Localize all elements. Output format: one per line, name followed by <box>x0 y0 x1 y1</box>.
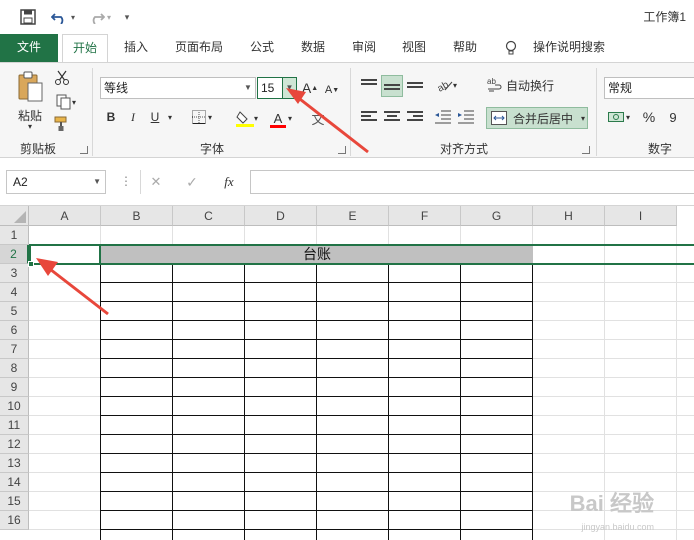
excel-window: ▾ ▾ ▾ 工作簿1 文件 开始 插入 页面布局 公式 数据 审阅 视图 帮助 … <box>0 0 694 540</box>
arrow-to-cell-a2 <box>36 258 109 316</box>
annotation-arrows <box>36 88 369 316</box>
arrow-to-font-size <box>286 88 369 154</box>
